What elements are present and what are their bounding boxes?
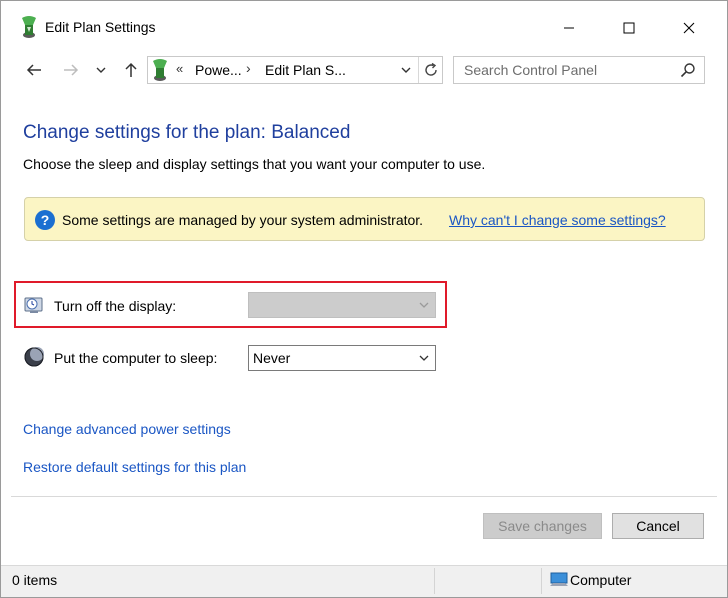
power-options-icon [153, 59, 167, 81]
edit-plan-settings-window: Edit Plan Settings « Powe... › Edit Plan… [0, 0, 728, 598]
status-divider [434, 568, 435, 594]
title-bar[interactable]: Edit Plan Settings [1, 1, 727, 55]
overflow-chevron[interactable]: « [176, 61, 183, 76]
status-divider [541, 568, 542, 594]
page-title: Change settings for the plan: Balanced [23, 122, 351, 143]
admin-info-bar: ? Some settings are managed by your syst… [24, 197, 705, 241]
breadcrumb-separator-icon[interactable]: › [246, 60, 251, 76]
save-changes-button[interactable]: Save changes [483, 513, 602, 539]
arrow-left-icon [26, 64, 41, 76]
up-button[interactable] [118, 57, 144, 83]
chevron-down-icon [419, 355, 429, 361]
refresh-button[interactable] [418, 57, 442, 83]
question-icon: ? [35, 210, 55, 230]
search-icon[interactable] [680, 62, 696, 78]
page-description: Choose the sleep and display settings th… [23, 156, 486, 172]
breadcrumb-edit-plan-settings[interactable]: Edit Plan S... [265, 62, 346, 78]
sleep-value: Never [253, 350, 291, 366]
maximize-icon [623, 22, 635, 34]
address-bar[interactable]: « Powe... › Edit Plan S... [147, 56, 443, 84]
minimize-icon [564, 27, 574, 29]
display-icon [24, 297, 43, 313]
item-count: 0 items [12, 572, 58, 588]
minimize-button[interactable] [546, 1, 592, 55]
breadcrumb-power-options[interactable]: Powe... [195, 62, 242, 78]
main-content: Change settings for the plan: Balanced C… [1, 95, 727, 496]
chevron-down-icon [419, 302, 429, 308]
back-button[interactable] [21, 57, 47, 83]
sleep-icon [24, 347, 44, 367]
window-title: Edit Plan Settings [45, 19, 156, 35]
close-button[interactable] [666, 1, 712, 55]
location-label: Computer [570, 572, 632, 588]
search-box[interactable] [453, 56, 705, 84]
footer-divider [11, 496, 717, 497]
computer-icon [550, 572, 568, 586]
change-advanced-power-settings-link[interactable]: Change advanced power settings [23, 421, 231, 437]
info-message: Some settings are managed by your system… [62, 212, 424, 228]
power-options-icon [22, 16, 36, 38]
sleep-select[interactable]: Never [248, 345, 436, 371]
sleep-label: Put the computer to sleep: [54, 350, 218, 366]
refresh-icon [424, 62, 437, 76]
why-cant-change-link[interactable]: Why can't I change some settings? [449, 212, 666, 228]
forward-button[interactable] [58, 57, 84, 83]
turn-off-display-select[interactable] [248, 292, 436, 318]
chevron-down-icon [401, 67, 411, 73]
search-input[interactable] [454, 57, 674, 83]
restore-default-settings-link[interactable]: Restore default settings for this plan [23, 459, 246, 475]
address-dropdown-button[interactable] [396, 60, 416, 80]
turn-off-display-label: Turn off the display: [54, 298, 177, 314]
cancel-button[interactable]: Cancel [612, 513, 704, 539]
maximize-button[interactable] [606, 1, 652, 55]
close-icon [683, 22, 695, 34]
status-bar: 0 items Computer [1, 565, 727, 597]
chevron-down-icon [96, 67, 106, 73]
arrow-up-icon [125, 62, 137, 77]
arrow-right-icon [64, 64, 79, 76]
recent-locations-button[interactable] [90, 57, 112, 83]
